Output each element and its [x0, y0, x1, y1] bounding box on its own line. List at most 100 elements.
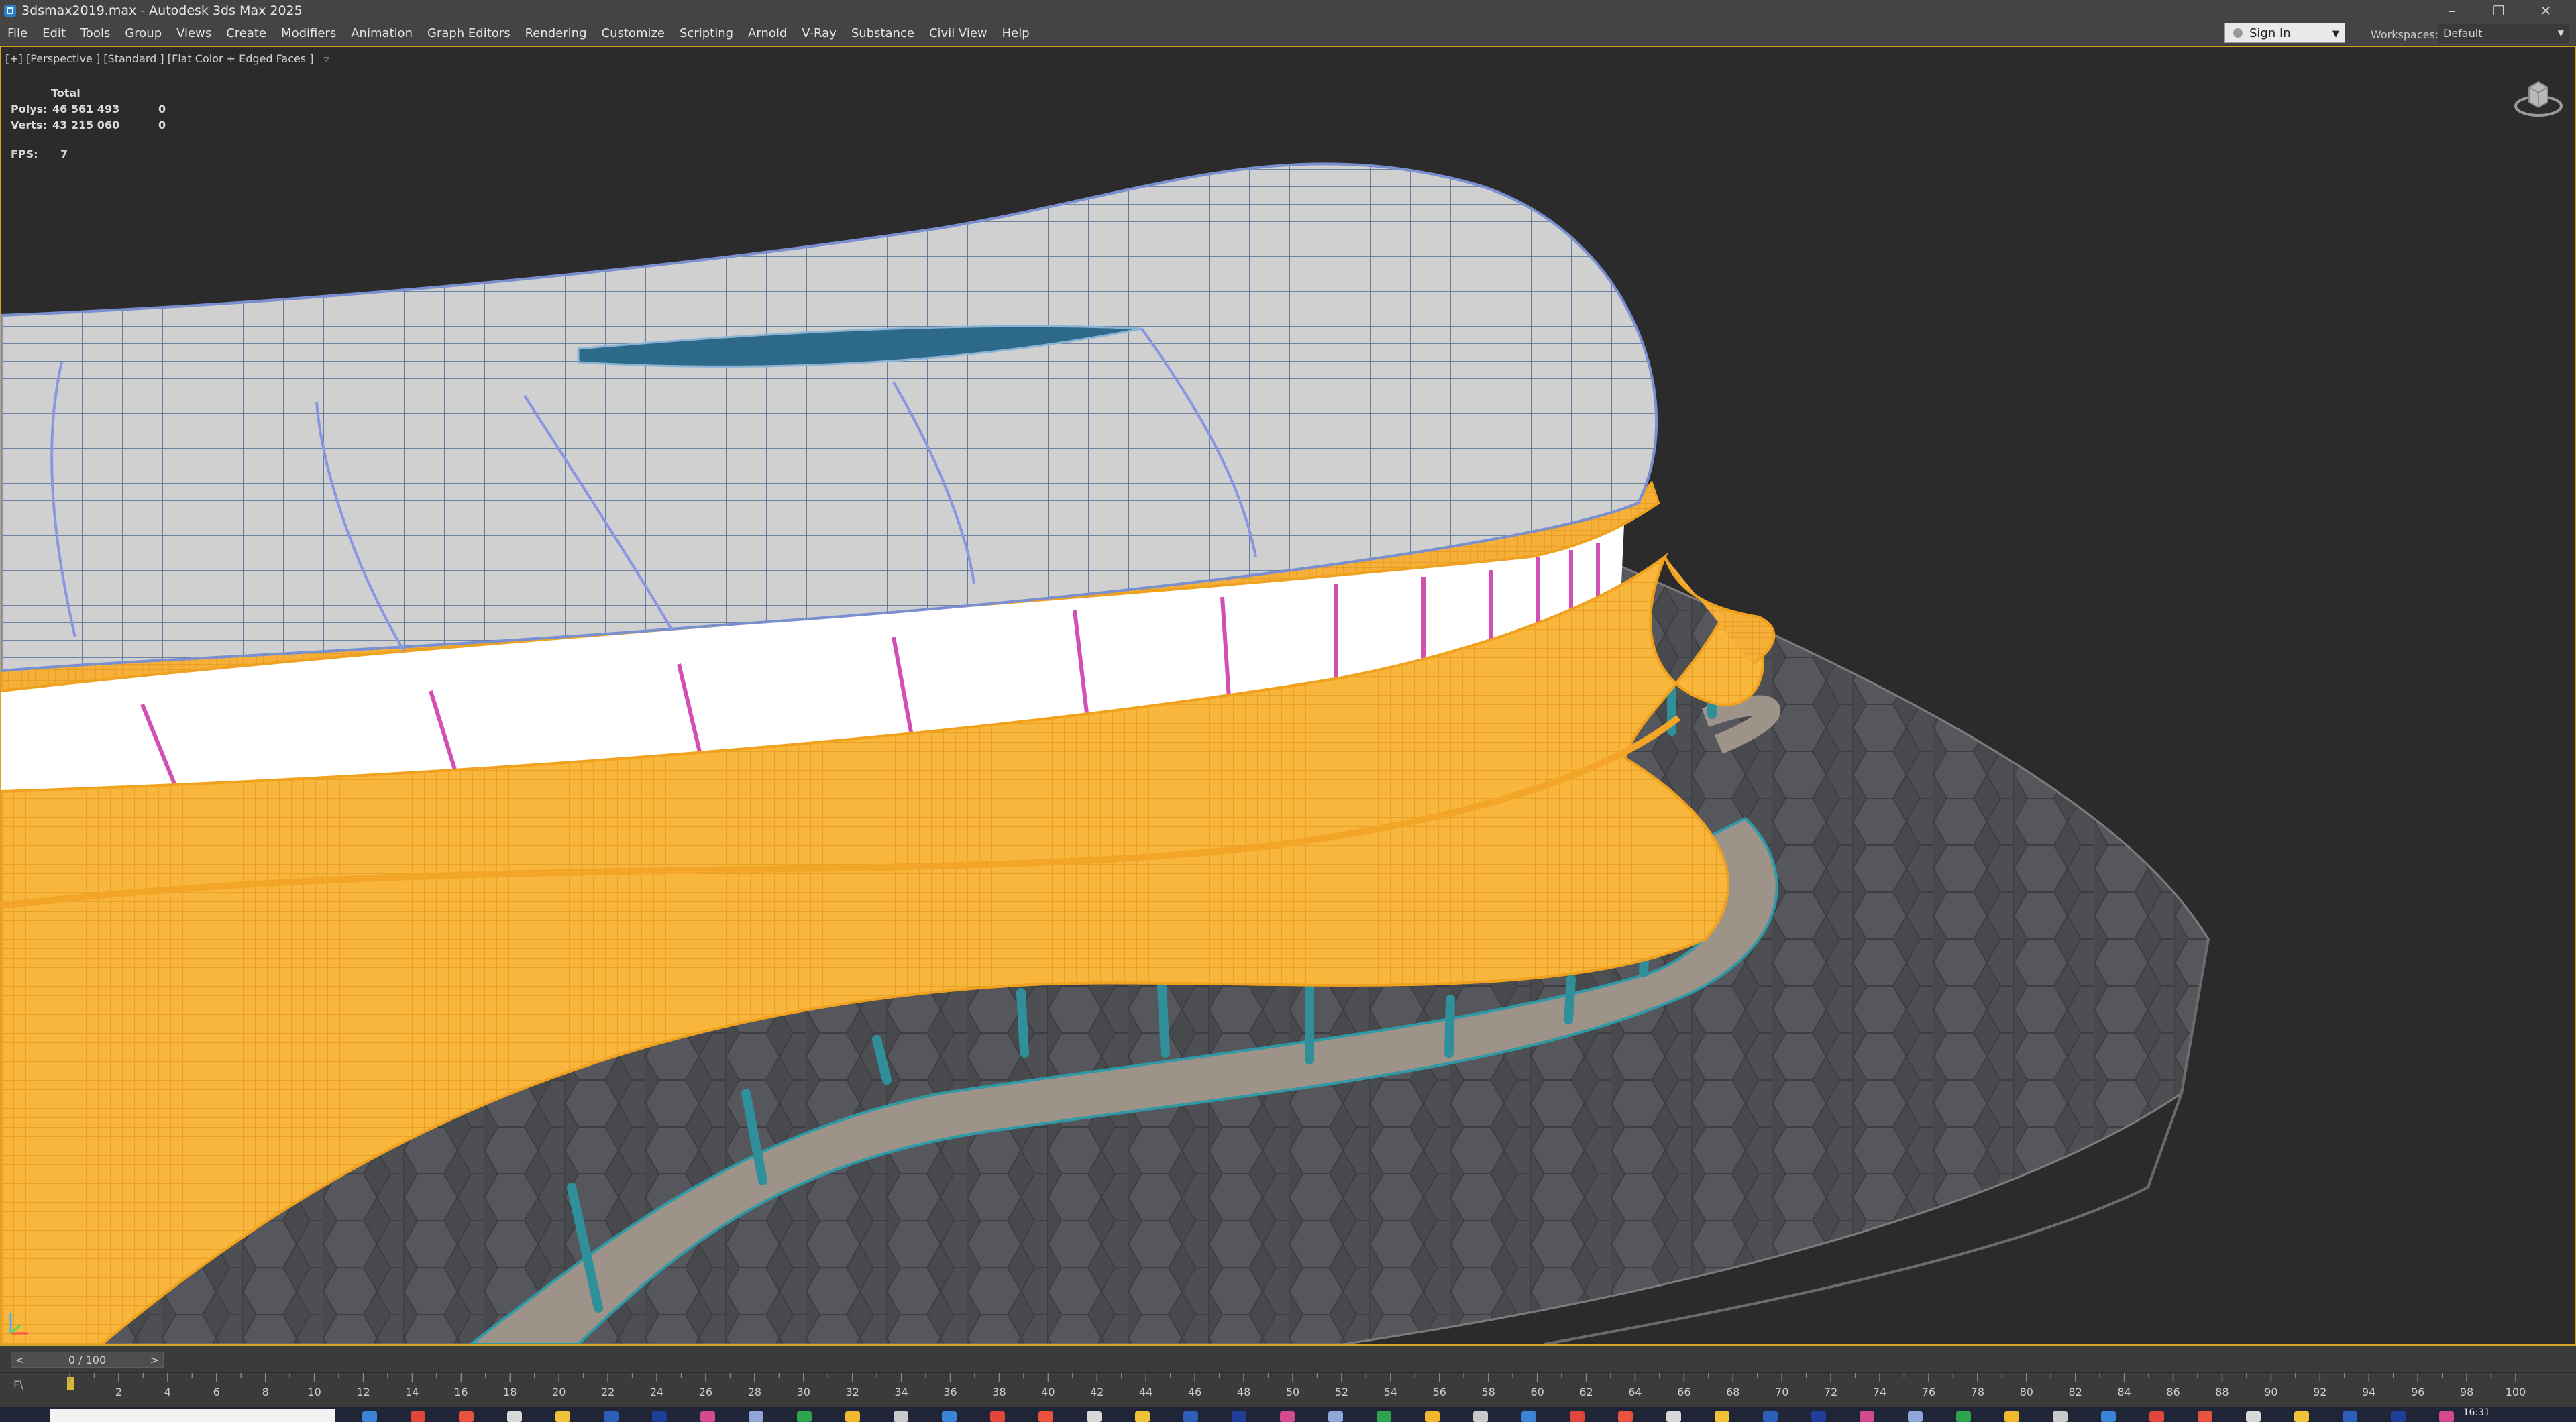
close-icon[interactable]: ✕ — [2522, 0, 2569, 21]
taskbar-app-icon[interactable] — [1763, 1411, 1778, 1422]
taskbar-app-icon[interactable] — [1183, 1411, 1198, 1422]
taskbar-app-icon[interactable] — [459, 1411, 474, 1422]
taskbar-app-icon[interactable] — [845, 1411, 860, 1422]
frame-ticks[interactable]: 2 4 6 8 10 12 14 16 18 20 22 24 26 28 30 32 34 36 38 40 42 44… — [0, 1373, 2576, 1408]
taskbar-app-icon[interactable] — [2149, 1411, 2164, 1422]
menu-file[interactable]: File — [0, 21, 35, 46]
menu-vray[interactable]: V-Ray — [794, 21, 844, 46]
taskbar-app-icon[interactable] — [797, 1411, 812, 1422]
taskbar-search-box[interactable] — [50, 1409, 335, 1422]
taskbar-app-icon[interactable] — [1377, 1411, 1391, 1422]
taskbar-app-icon[interactable] — [1328, 1411, 1343, 1422]
workspaces-dropdown[interactable]: Default ▼ — [2438, 24, 2569, 43]
menu-animation[interactable]: Animation — [343, 21, 420, 46]
stats-header: Total — [51, 86, 80, 99]
taskbar-app-icon[interactable] — [1280, 1411, 1295, 1422]
taskbar-app-icon[interactable] — [1860, 1411, 1874, 1422]
menu-edit[interactable]: Edit — [35, 21, 73, 46]
scene-render[interactable] — [1, 47, 2575, 1344]
taskbar-app-icon[interactable] — [2198, 1411, 2212, 1422]
taskbar-app-icon[interactable] — [1232, 1411, 1246, 1422]
frame-tick-label: 48 — [1237, 1386, 1250, 1399]
taskbar-app-icon[interactable] — [990, 1411, 1005, 1422]
menu-scripting[interactable]: Scripting — [672, 21, 741, 46]
frame-tick-label: 72 — [1824, 1386, 1837, 1399]
restore-icon[interactable]: ❐ — [2475, 0, 2522, 21]
menu-customize[interactable]: Customize — [594, 21, 672, 46]
taskbar-app-icon[interactable] — [2101, 1411, 2116, 1422]
menu-substance[interactable]: Substance — [844, 21, 922, 46]
frame-tick-label: 52 — [1335, 1386, 1348, 1399]
windows-taskbar: 16:31 — [0, 1407, 2576, 1422]
viewport-label[interactable]: [+] [Perspective ] [Standard ] [Flat Col… — [5, 52, 329, 65]
time-slider-bar: < 0 / 100 > — [0, 1346, 2576, 1372]
taskbar-app-icon[interactable] — [604, 1411, 619, 1422]
taskbar-app-icon[interactable] — [1956, 1411, 1971, 1422]
next-frame-button[interactable]: > — [150, 1354, 159, 1366]
window-title: 3dsmax2019.max - Autodesk 3ds Max 2025 — [21, 3, 303, 18]
taskbar-app-icon[interactable] — [1425, 1411, 1440, 1422]
time-slider-handle[interactable] — [67, 1377, 74, 1390]
track-bar[interactable]: F\ 2 4 6 8 10 12 14 16 18 20 22 24 26 28 30 32 34 36 38 40 4… — [0, 1372, 2576, 1407]
taskbar-app-icon[interactable] — [2053, 1411, 2068, 1422]
menu-tools[interactable]: Tools — [73, 21, 117, 46]
taskbar-app-icon[interactable] — [1908, 1411, 1923, 1422]
polys-value: 46 561 493 — [52, 102, 120, 115]
taskbar-app-icon[interactable] — [749, 1411, 763, 1422]
menu-help[interactable]: Help — [995, 21, 1037, 46]
menu-graph-editors[interactable]: Graph Editors — [420, 21, 518, 46]
taskbar-app-icon[interactable] — [411, 1411, 425, 1422]
taskbar-app-icon[interactable] — [894, 1411, 908, 1422]
taskbar-app-icon[interactable] — [362, 1411, 377, 1422]
taskbar-app-icon[interactable] — [1473, 1411, 1488, 1422]
taskbar-app-icon[interactable] — [2004, 1411, 2019, 1422]
taskbar-app-icon[interactable] — [700, 1411, 715, 1422]
minimize-icon[interactable]: – — [2428, 0, 2475, 21]
taskbar-app-icon[interactable] — [2391, 1411, 2406, 1422]
chevron-down-icon: ▼ — [2332, 29, 2339, 39]
taskbar-app-icon[interactable] — [942, 1411, 957, 1422]
viewcube-icon[interactable] — [2512, 71, 2565, 125]
taskbar-app-icon[interactable] — [2294, 1411, 2309, 1422]
taskbar-app-icon[interactable] — [1811, 1411, 1826, 1422]
frame-display: 0 / 100 — [68, 1353, 107, 1366]
taskbar-app-icon[interactable] — [2246, 1411, 2261, 1422]
filter-icon[interactable]: ▿ — [324, 52, 329, 65]
menu-create[interactable]: Create — [219, 21, 274, 46]
viewport-label-text[interactable]: [+] [Perspective ] [Standard ] [Flat Col… — [5, 52, 314, 65]
frame-tick-label: 84 — [2117, 1386, 2131, 1399]
frame-tick-label: 96 — [2411, 1386, 2424, 1399]
taskbar-app-icon[interactable] — [652, 1411, 667, 1422]
taskbar-app-icon[interactable] — [1715, 1411, 1729, 1422]
time-slider[interactable]: < 0 / 100 > — [11, 1352, 164, 1368]
menu-group[interactable]: Group — [117, 21, 169, 46]
menu-civil-view[interactable]: Civil View — [922, 21, 995, 46]
taskbar-app-icon[interactable] — [1570, 1411, 1585, 1422]
taskbar-app-icon[interactable] — [1087, 1411, 1102, 1422]
taskbar-app-icon[interactable] — [1038, 1411, 1053, 1422]
frame-tick-label: 90 — [2264, 1386, 2277, 1399]
user-icon — [2233, 28, 2243, 38]
menu-rendering[interactable]: Rendering — [518, 21, 594, 46]
perspective-viewport[interactable]: [+] [Perspective ] [Standard ] [Flat Col… — [0, 46, 2576, 1346]
taskbar-app-icon[interactable] — [1618, 1411, 1633, 1422]
frame-tick-label: 56 — [1433, 1386, 1446, 1399]
taskbar-app-icon[interactable] — [2439, 1411, 2454, 1422]
menu-views[interactable]: Views — [169, 21, 219, 46]
taskbar-app-icon[interactable] — [1666, 1411, 1681, 1422]
sign-in-dropdown[interactable]: Sign In ▼ — [2224, 23, 2345, 43]
taskbar-app-icon[interactable] — [1521, 1411, 1536, 1422]
frame-tick-label: 62 — [1579, 1386, 1593, 1399]
taskbar-app-icon[interactable] — [507, 1411, 522, 1422]
taskbar-clock: 16:31 — [2463, 1407, 2490, 1418]
prev-frame-button[interactable]: < — [15, 1354, 24, 1366]
taskbar-app-icon[interactable] — [555, 1411, 570, 1422]
frame-tick-label: 94 — [2362, 1386, 2375, 1399]
taskbar-app-icon[interactable] — [2343, 1411, 2357, 1422]
menu-modifiers[interactable]: Modifiers — [274, 21, 343, 46]
frame-tick-label: 50 — [1286, 1386, 1299, 1399]
frame-tick-label: 18 — [503, 1386, 517, 1399]
menu-arnold[interactable]: Arnold — [741, 21, 794, 46]
frame-tick-label: 4 — [164, 1386, 171, 1399]
taskbar-app-icon[interactable] — [1135, 1411, 1150, 1422]
